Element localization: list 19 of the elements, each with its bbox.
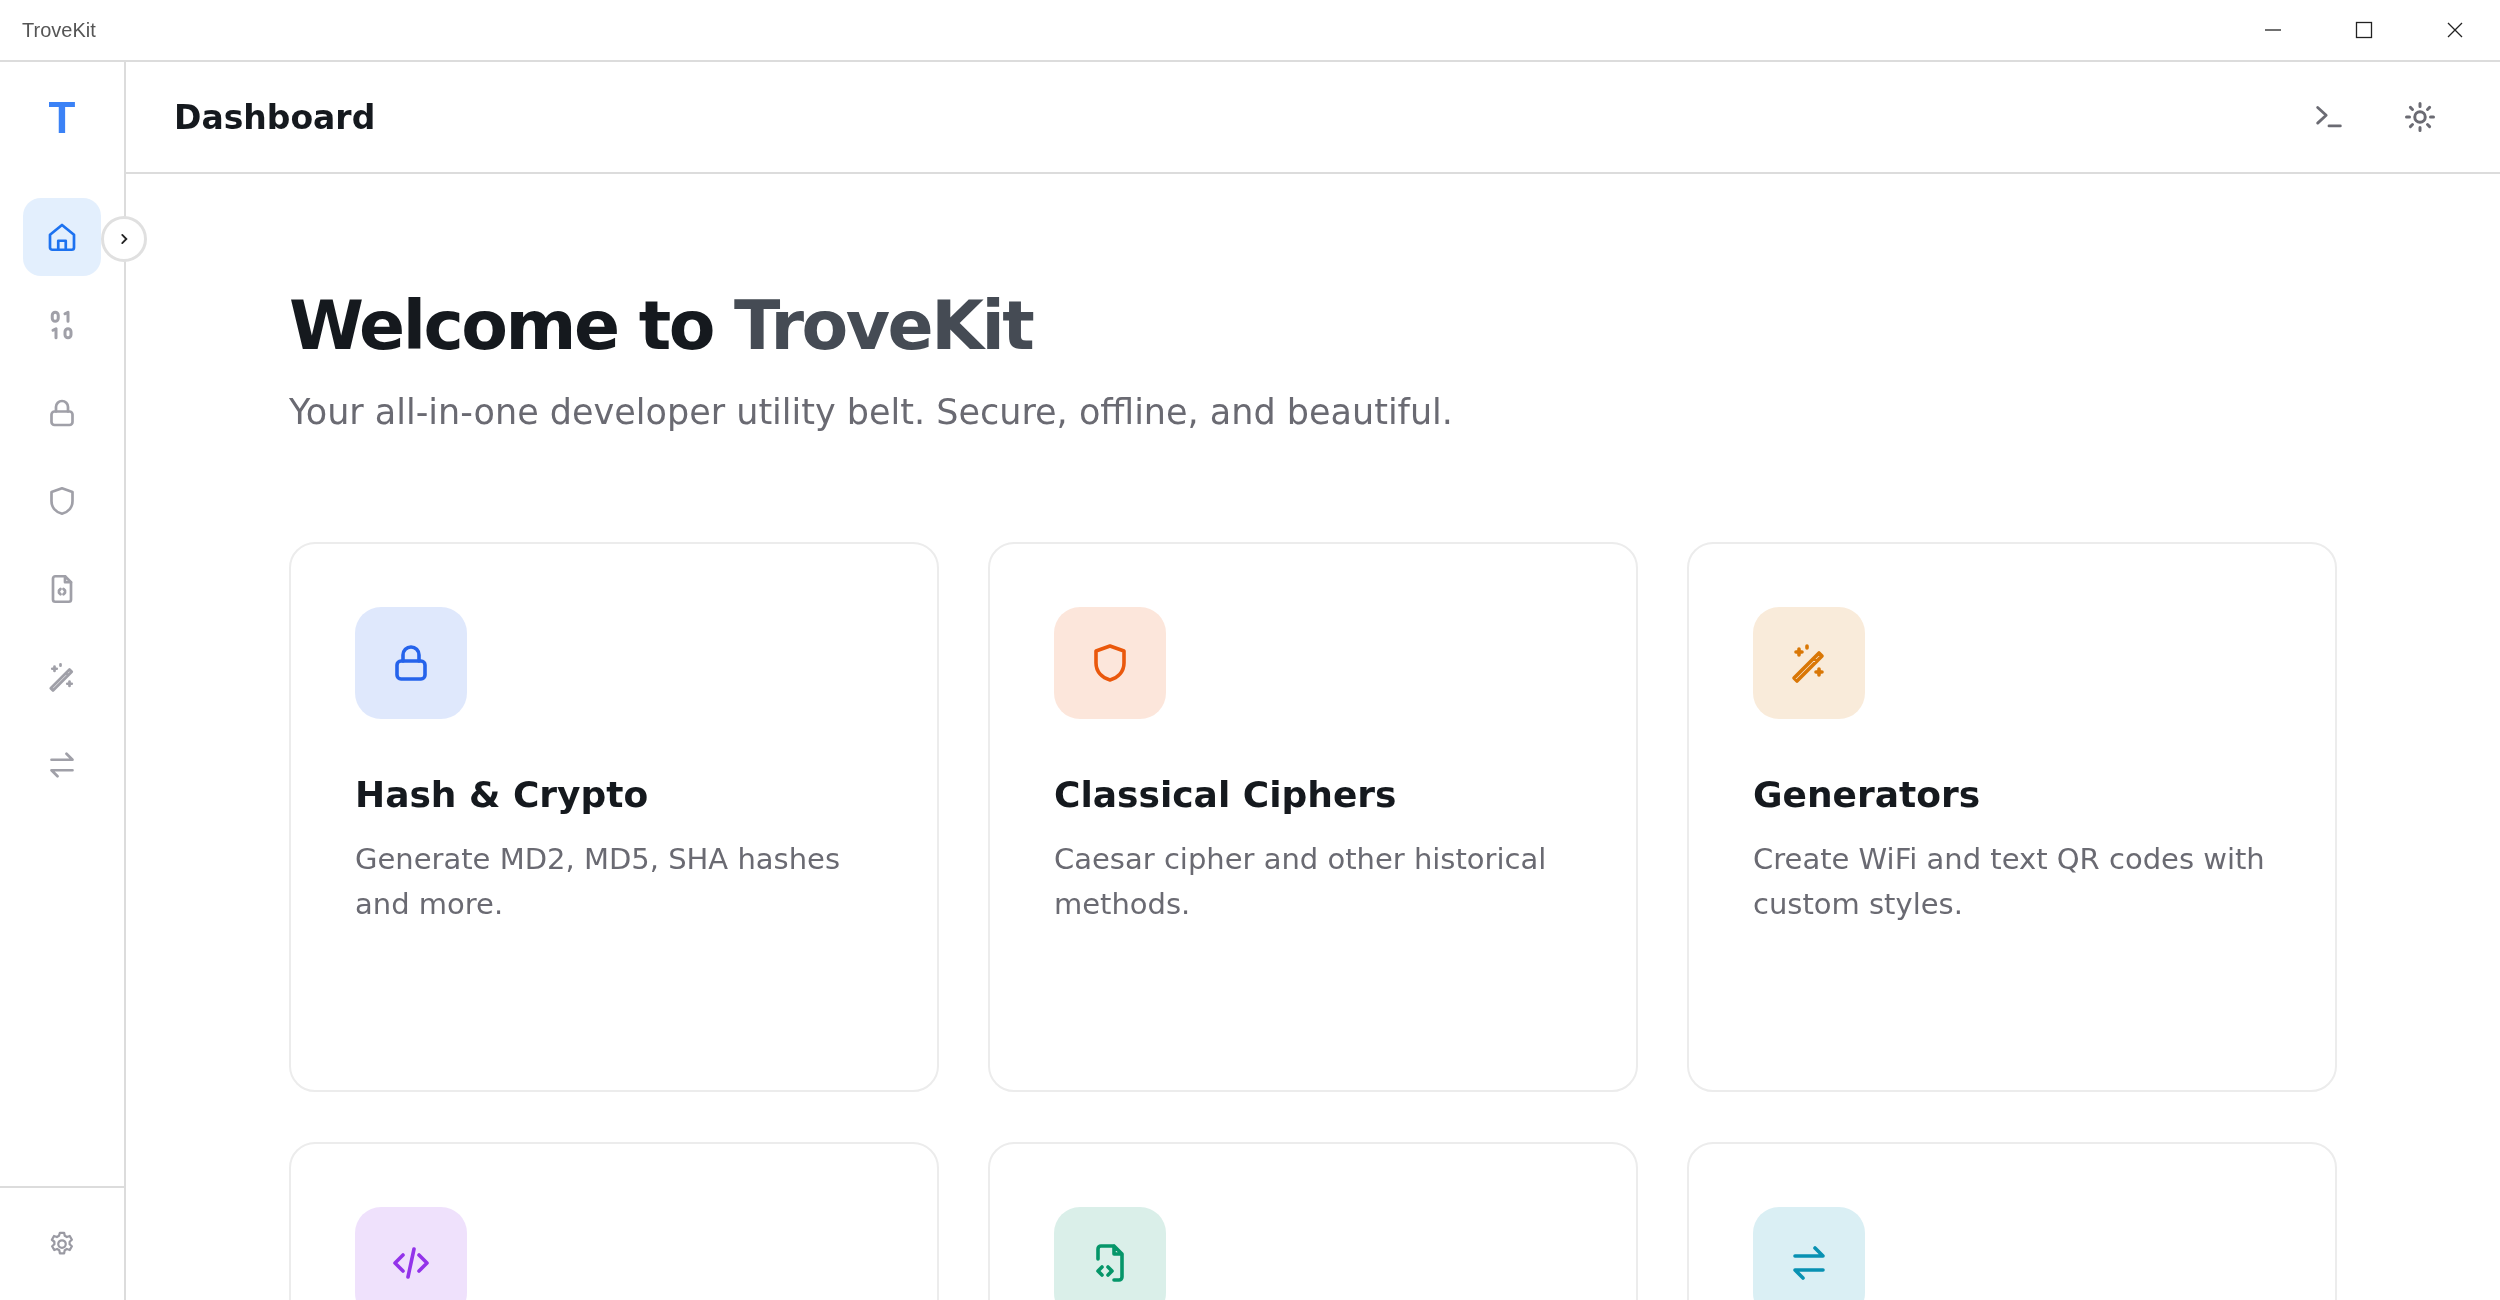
tool-card[interactable]: Generators Create WiFi and text QR codes with custom styles. [1687,541,2337,1092]
window-title: TroveKit [22,18,96,42]
welcome-subtitle: Your all-in-one developer utility belt. Secure, offline, and beautiful. [289,391,1453,432]
card-title: Classical Ciphers [1054,773,1397,815]
app-logo: T [48,96,76,140]
card-title: Hash & Crypto [355,773,649,815]
card-description: Generate MD2, MD5, SHA hashes and more. [355,840,841,923]
sidebar-item[interactable] [23,198,101,276]
page-title: Dashboard [174,97,376,137]
card-description: Caesar cipher and other historical methods. [1054,840,1548,923]
card-description: Create WiFi and text QR codes with custom styles. [1753,840,2266,923]
sun-icon [2402,99,2438,135]
welcome-heading: Welcome to TroveKit [289,289,1033,364]
card-title: Generators [1753,773,1981,815]
tool-card[interactable]: Hash & Crypto Generate MD2, MD5, SHA hashes and more. [289,541,939,1092]
expand-sidebar-button[interactable] [101,216,147,262]
maximize-icon [2353,20,2374,40]
minimize-icon [2264,29,2281,31]
tool-card[interactable]: Classical Ciphers Caesar cipher and other historical methods. [988,541,1638,1092]
